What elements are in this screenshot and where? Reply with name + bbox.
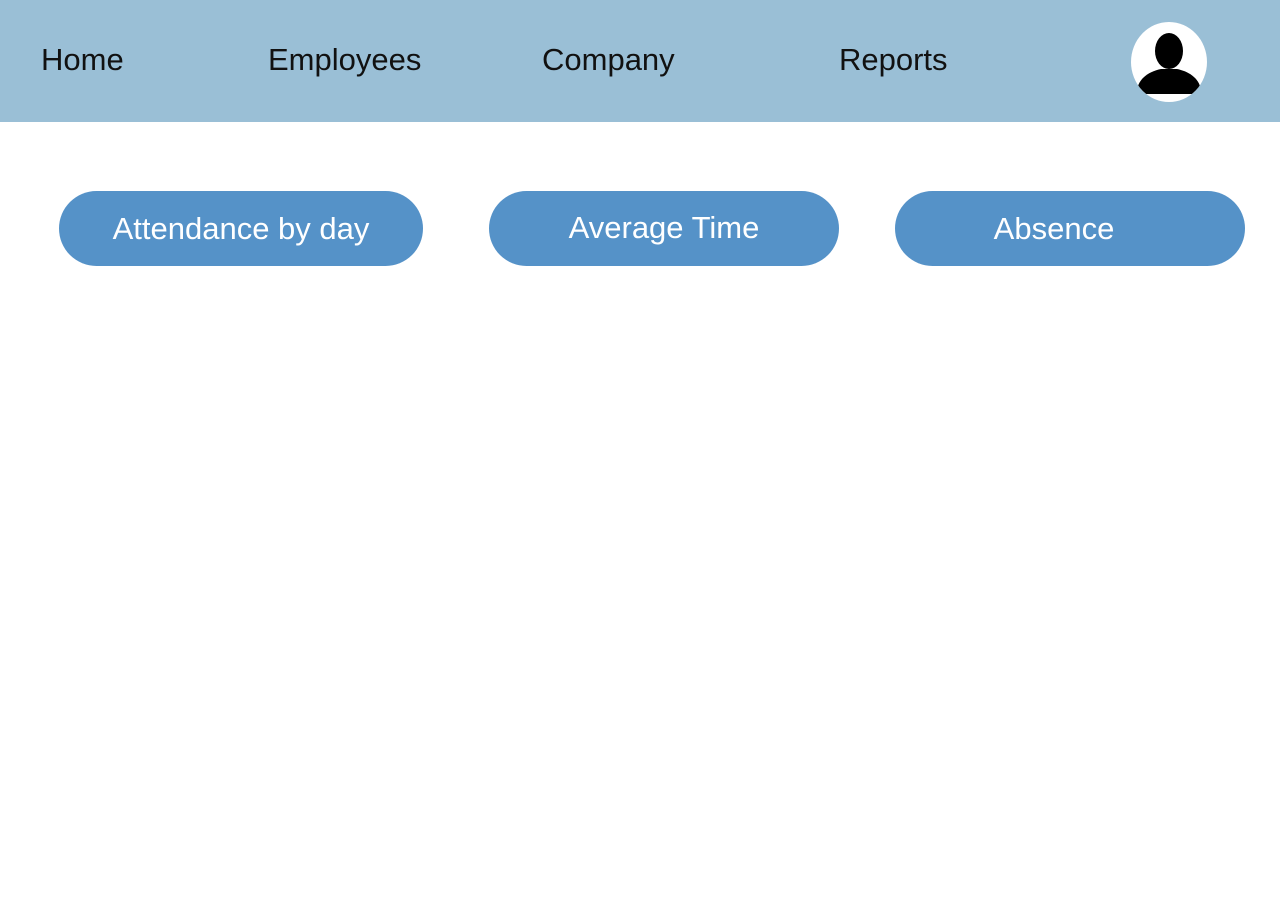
average-time-button[interactable]: Average Time xyxy=(489,191,839,266)
user-avatar-button[interactable] xyxy=(1131,22,1207,102)
nav-home[interactable]: Home xyxy=(41,40,124,80)
nav-reports[interactable]: Reports xyxy=(839,40,948,80)
attendance-by-day-button[interactable]: Attendance by day xyxy=(59,191,423,266)
nav-company[interactable]: Company xyxy=(542,40,675,80)
top-navigation-bar: Home Employees Company Reports xyxy=(0,0,1280,122)
nav-employees[interactable]: Employees xyxy=(268,40,421,80)
user-silhouette-icon xyxy=(1137,33,1201,94)
absence-button[interactable]: Absence xyxy=(895,191,1245,266)
